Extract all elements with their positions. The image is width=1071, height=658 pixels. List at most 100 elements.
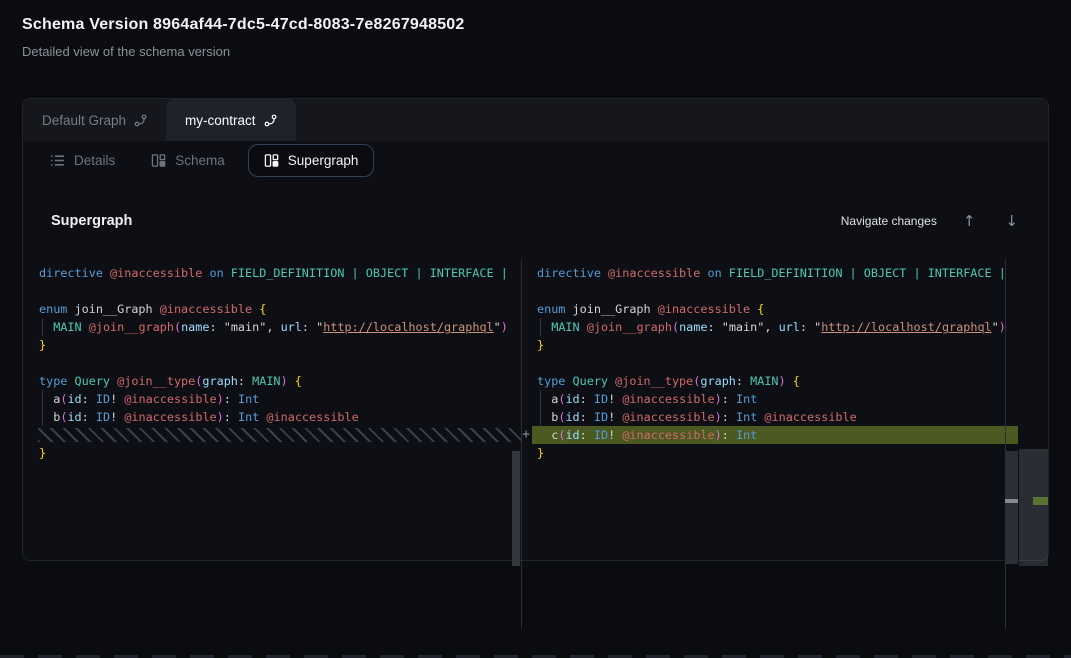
code-token: ) — [217, 410, 224, 424]
tab-default-graph[interactable]: Default Graph — [23, 99, 166, 141]
code-token: @inaccessible — [160, 302, 259, 316]
code-token: ! — [110, 392, 124, 406]
code-token: { — [757, 302, 764, 316]
code-token: : — [580, 410, 594, 424]
code-token: @inaccessible — [622, 428, 714, 442]
right-scrollbar-thumb[interactable] — [1006, 451, 1018, 564]
code-token: : — [736, 374, 750, 388]
code-token: url — [779, 320, 800, 334]
tab-my-contract[interactable]: my-contract — [166, 99, 296, 141]
fork-icon — [264, 114, 277, 127]
code-token: @inaccessible — [608, 266, 707, 280]
tab-schema[interactable]: Schema — [138, 144, 238, 177]
code-token: @inaccessible — [124, 392, 216, 406]
diff-overview-ruler[interactable] — [1019, 449, 1048, 566]
code-token: type — [39, 374, 75, 388]
code-token: : — [580, 392, 594, 406]
code-token: : — [82, 392, 96, 406]
code-token: , — [266, 320, 280, 334]
tab-details[interactable]: Details — [37, 144, 128, 177]
code-line[interactable] — [537, 282, 1004, 300]
code-token: MAIN — [252, 374, 280, 388]
code-token: "main" — [722, 320, 765, 334]
code-token: directive — [537, 266, 608, 280]
code-token: : — [82, 410, 96, 424]
code-token: ) — [999, 320, 1004, 334]
navigate-up-button[interactable]: ↑ — [959, 212, 980, 230]
code-line[interactable]: MAIN @join__graph(name: "main", url: "ht… — [537, 318, 1004, 336]
code-token: ! — [608, 428, 622, 442]
code-line[interactable]: b(id: ID! @inaccessible): Int @inaccessi… — [537, 408, 1004, 426]
code-line[interactable]: } — [537, 336, 1004, 354]
code-token: } — [39, 338, 46, 352]
code-line[interactable]: directive @inaccessible on FIELD_DEFINIT… — [537, 264, 1004, 282]
code-line[interactable] — [39, 282, 513, 300]
code-token: http://localhost/graphql — [821, 320, 991, 334]
code-token: url — [281, 320, 302, 334]
code-token: join__Graph — [573, 302, 658, 316]
code-line[interactable]: type Query @join__type(graph: MAIN) { — [39, 372, 513, 390]
navigate-changes-label: Navigate changes — [841, 214, 937, 228]
tab-supergraph[interactable]: Supergraph — [248, 144, 375, 177]
placeholder-line[interactable] — [39, 426, 513, 444]
code-token: INTERFACE — [928, 266, 999, 280]
code-token: Int — [736, 392, 757, 406]
code-line[interactable]: b(id: ID! @inaccessible): Int @inaccessi… — [39, 408, 513, 426]
code-line[interactable] — [537, 354, 1004, 372]
code-token: | — [415, 266, 429, 280]
code-token: ( — [672, 320, 679, 334]
code-token: Int — [238, 392, 259, 406]
code-token: | — [850, 266, 864, 280]
code-token: : — [708, 320, 722, 334]
code-token: : — [722, 392, 736, 406]
code-token: ID — [594, 392, 608, 406]
code-token: ) — [779, 374, 793, 388]
code-line[interactable]: } — [537, 444, 1004, 462]
code-token: INTERFACE — [430, 266, 501, 280]
code-token: id — [67, 392, 81, 406]
pane-divider[interactable] — [521, 259, 522, 629]
code-token: id — [67, 410, 81, 424]
code-line[interactable] — [39, 354, 513, 372]
added-code-line[interactable]: c(id: ID! @inaccessible): Int — [537, 426, 1004, 444]
diff-editor: directive @inaccessible on FIELD_DEFINIT… — [31, 259, 1048, 629]
code-token: @inaccessible — [764, 410, 856, 424]
view-subtabs: Details Schema Supergraph — [37, 141, 374, 179]
code-token: : — [722, 410, 736, 424]
code-token: id — [565, 428, 579, 442]
code-token: http://localhost/graphql — [323, 320, 493, 334]
code-token: Query — [75, 374, 118, 388]
code-token: ) — [281, 374, 295, 388]
diff-pane-original[interactable]: directive @inaccessible on FIELD_DEFINIT… — [31, 259, 513, 629]
indent-guide — [42, 390, 43, 408]
code-token: : — [224, 392, 238, 406]
code-line[interactable]: enum join__Graph @inaccessible { — [537, 300, 1004, 318]
code-line[interactable]: enum join__Graph @inaccessible { — [39, 300, 513, 318]
code-token: { — [295, 374, 302, 388]
code-token: type — [537, 374, 573, 388]
left-scrollbar-thumb[interactable] — [512, 451, 520, 566]
schema-version-card: Default Graph my-contract Details Schema… — [22, 98, 1049, 561]
code-line[interactable]: MAIN @join__graph(name: "main", url: "ht… — [39, 318, 513, 336]
diff-pane-modified[interactable]: directive @inaccessible on FIELD_DEFINIT… — [523, 259, 1004, 629]
code-token: : — [224, 410, 238, 424]
code-line[interactable]: directive @inaccessible on FIELD_DEFINIT… — [39, 264, 513, 282]
code-token: @join__graph — [89, 320, 174, 334]
code-token — [537, 428, 551, 442]
split-panel-icon — [264, 153, 279, 168]
code-token: ) — [715, 410, 722, 424]
code-token: ID — [594, 428, 608, 442]
code-token: Int — [736, 410, 764, 424]
indent-guide — [540, 390, 541, 408]
code-line[interactable]: a(id: ID! @inaccessible): Int — [39, 390, 513, 408]
code-line[interactable]: type Query @join__type(graph: MAIN) { — [537, 372, 1004, 390]
code-token: Query — [573, 374, 616, 388]
code-line[interactable]: } — [39, 444, 513, 462]
code-token: ID — [96, 410, 110, 424]
code-line[interactable]: } — [39, 336, 513, 354]
code-token: | — [501, 266, 508, 280]
code-line[interactable]: a(id: ID! @inaccessible): Int — [537, 390, 1004, 408]
navigate-down-button[interactable]: ↓ — [1001, 212, 1022, 230]
indent-guide — [540, 318, 541, 336]
code-token: " — [992, 320, 999, 334]
